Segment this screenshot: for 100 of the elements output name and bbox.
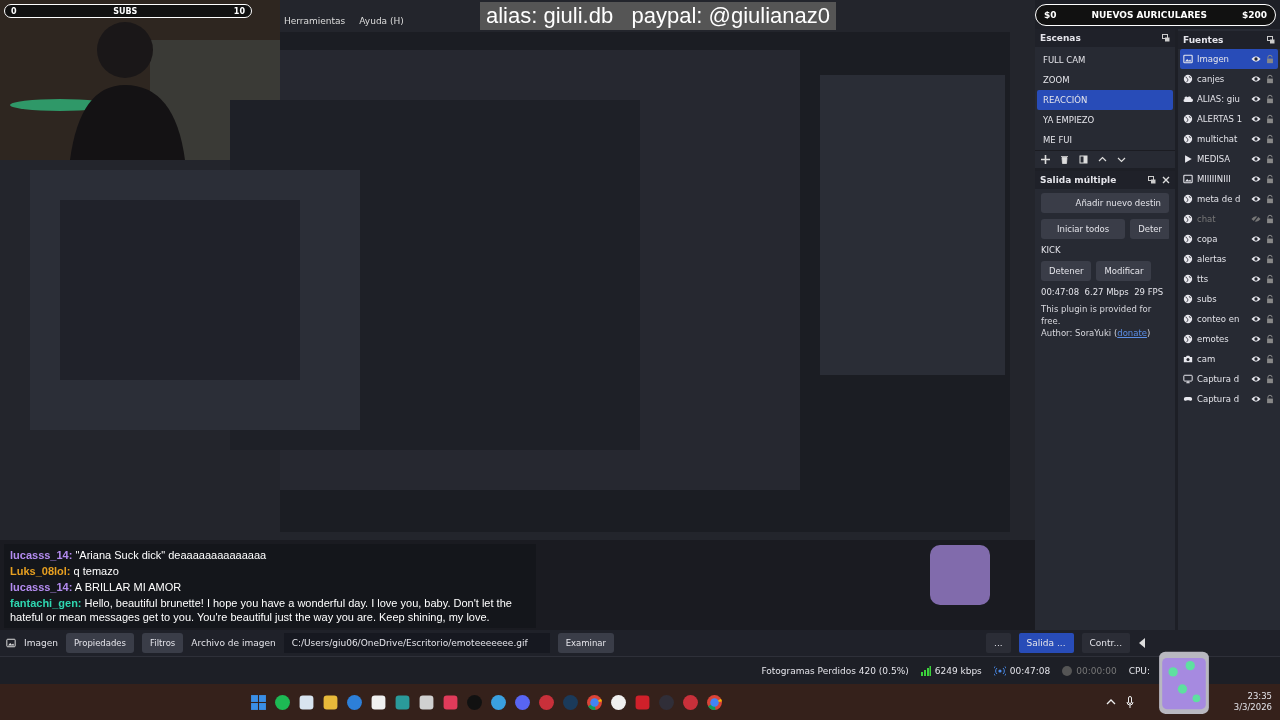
lock-icon[interactable] — [1265, 254, 1275, 264]
lock-icon[interactable] — [1265, 174, 1275, 184]
source-item[interactable]: copa — [1180, 229, 1278, 249]
lock-icon[interactable] — [1265, 274, 1275, 284]
eye-icon[interactable] — [1251, 374, 1261, 384]
lock-icon[interactable] — [1265, 94, 1275, 104]
source-item[interactable]: ALERTAS 1 — [1180, 109, 1278, 129]
donate-link[interactable]: donate — [1117, 328, 1147, 338]
lock-icon[interactable] — [1265, 334, 1275, 344]
eye-icon[interactable] — [1251, 74, 1261, 84]
lock-icon[interactable] — [1265, 74, 1275, 84]
source-item[interactable]: conteo en — [1180, 309, 1278, 329]
stop-all-button[interactable]: Deter — [1130, 219, 1169, 239]
app-icon[interactable] — [322, 693, 340, 711]
source-item[interactable]: Captura d — [1180, 389, 1278, 409]
app-icon[interactable] — [274, 693, 292, 711]
menu-item[interactable]: Herramientas — [284, 16, 346, 26]
lock-icon[interactable] — [1265, 134, 1275, 144]
chevron-up-icon[interactable] — [1105, 698, 1116, 706]
properties-button[interactable]: Propiedades — [65, 633, 135, 653]
lock-icon[interactable] — [1265, 234, 1275, 244]
source-item[interactable]: emotes — [1180, 329, 1278, 349]
source-item[interactable]: ALIAS: giu — [1180, 89, 1278, 109]
browse-button[interactable]: Examinar — [557, 633, 614, 653]
add-destination-button[interactable]: Añadir nuevo destin — [1041, 193, 1169, 213]
app-icon[interactable] — [610, 693, 628, 711]
app-icon[interactable] — [418, 693, 436, 711]
lock-icon[interactable] — [1265, 314, 1275, 324]
eye-icon[interactable] — [1251, 234, 1261, 244]
undock-icon[interactable] — [1267, 36, 1275, 44]
add-icon[interactable] — [1041, 155, 1050, 164]
eye-icon[interactable] — [1251, 54, 1261, 64]
lock-icon[interactable] — [1265, 374, 1275, 384]
source-item[interactable]: alertas — [1180, 249, 1278, 269]
source-item[interactable]: MIIIIINIII — [1180, 169, 1278, 189]
scene-item[interactable]: REACCIÓN — [1037, 90, 1173, 110]
eye-icon[interactable] — [1251, 314, 1261, 324]
eye-icon[interactable] — [1251, 154, 1261, 164]
source-item[interactable]: MEDISA — [1180, 149, 1278, 169]
lock-icon[interactable] — [1265, 154, 1275, 164]
scene-item[interactable]: ME FUI — [1037, 130, 1173, 150]
eye-icon[interactable] — [1251, 114, 1261, 124]
eye-icon[interactable] — [1251, 134, 1261, 144]
source-label: multichat — [1197, 134, 1239, 144]
lock-icon[interactable] — [1265, 394, 1275, 404]
chrome-icon[interactable] — [586, 693, 604, 711]
source-item[interactable]: subs — [1180, 289, 1278, 309]
dock-tab[interactable]: ... — [986, 633, 1011, 653]
dock-tab[interactable]: Contr... — [1081, 633, 1130, 653]
source-item[interactable]: meta de d — [1180, 189, 1278, 209]
lock-icon[interactable] — [1265, 294, 1275, 304]
app-icon[interactable] — [370, 693, 388, 711]
down-icon[interactable] — [1117, 155, 1126, 164]
microphone-icon[interactable] — [1125, 696, 1134, 708]
eye-icon[interactable] — [1251, 94, 1261, 104]
lock-icon[interactable] — [1265, 114, 1275, 124]
chrome-icon[interactable] — [706, 693, 724, 711]
source-item[interactable]: tts — [1180, 269, 1278, 289]
left-arrow-icon[interactable] — [1138, 638, 1146, 648]
source-item[interactable]: Captura d — [1180, 369, 1278, 389]
clock-time[interactable]: 23:35 — [1247, 691, 1272, 702]
clock-date[interactable]: 3/3/2026 — [1233, 702, 1272, 713]
eye-icon[interactable] — [1251, 274, 1261, 284]
path-field[interactable]: C:/Users/giu06/OneDrive/Escritorio/emoteeeeeee.gif — [283, 633, 550, 653]
lock-icon[interactable] — [1265, 214, 1275, 224]
image-icon — [6, 638, 16, 648]
source-item[interactable]: Imagen — [1180, 49, 1278, 69]
eye-icon[interactable] — [1251, 394, 1261, 404]
menu-item[interactable]: Ayuda (H) — [359, 16, 404, 26]
scene-item[interactable]: FULL CAM — [1037, 50, 1173, 70]
eye-icon[interactable] — [1251, 294, 1261, 304]
stop-button[interactable]: Detener — [1041, 261, 1092, 281]
eye-slash-icon[interactable] — [1251, 214, 1261, 224]
dock-tab[interactable]: Salida ... — [1018, 633, 1074, 653]
filter-icon[interactable] — [1079, 155, 1088, 164]
up-icon[interactable] — [1098, 155, 1107, 164]
source-item[interactable]: cam — [1180, 349, 1278, 369]
goal-target: $200 — [1241, 10, 1267, 20]
eye-icon[interactable] — [1251, 194, 1261, 204]
app-icon[interactable] — [298, 693, 316, 711]
eye-icon[interactable] — [1251, 174, 1261, 184]
undock-icon[interactable] — [1162, 34, 1170, 42]
eye-icon[interactable] — [1251, 254, 1261, 264]
scene-item[interactable]: YA EMPIEZO — [1037, 110, 1173, 130]
record-icon — [1062, 665, 1073, 676]
windows-icon[interactable] — [250, 693, 268, 711]
scene-item[interactable]: ZOOM — [1037, 70, 1173, 90]
source-item[interactable]: canjes — [1180, 69, 1278, 89]
source-item[interactable]: multichat — [1180, 129, 1278, 149]
filters-button[interactable]: Filtros — [142, 633, 184, 653]
edit-button[interactable]: Modificar — [1096, 261, 1152, 281]
close-icon[interactable] — [1162, 176, 1170, 184]
eye-icon[interactable] — [1251, 334, 1261, 344]
trash-icon[interactable] — [1060, 155, 1069, 164]
goal-start: 0 — [11, 6, 17, 16]
lock-icon[interactable] — [1265, 354, 1275, 364]
lock-icon[interactable] — [1265, 194, 1275, 204]
start-all-button[interactable]: Iniciar todos — [1041, 219, 1126, 239]
eye-icon[interactable] — [1251, 354, 1261, 364]
undock-icon[interactable] — [1148, 176, 1156, 184]
